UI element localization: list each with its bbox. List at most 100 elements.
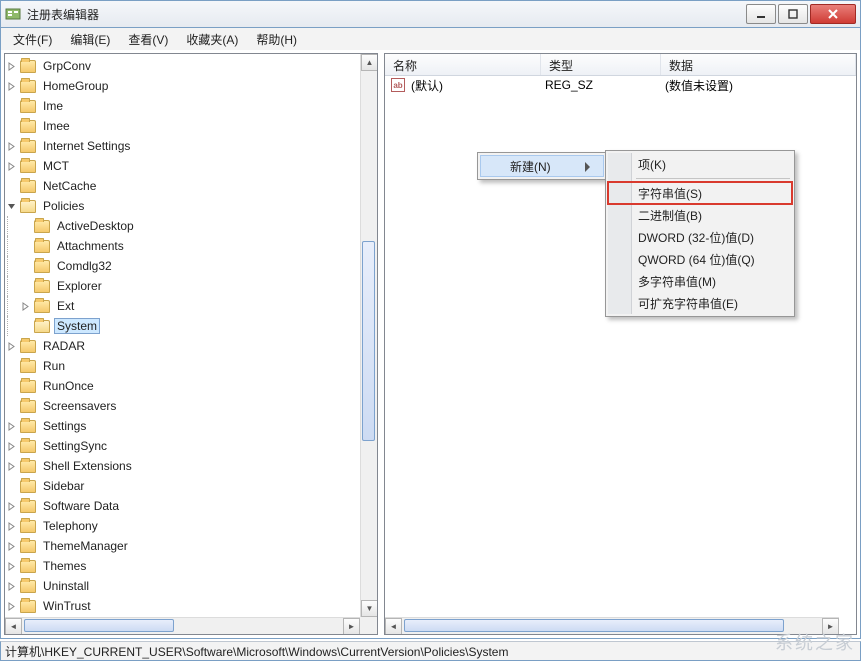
- tree-horizontal-scrollbar[interactable]: ◄ ►: [5, 617, 360, 634]
- values-horizontal-scrollbar[interactable]: ◄ ►: [385, 617, 839, 634]
- expand-icon[interactable]: [5, 140, 17, 152]
- tree-item[interactable]: HomeGroup: [5, 76, 377, 96]
- menu-file[interactable]: 文件(F): [5, 29, 60, 50]
- titlebar: 注册表编辑器: [0, 0, 861, 28]
- expand-icon[interactable]: [5, 340, 17, 352]
- menu-edit[interactable]: 编辑(E): [62, 29, 118, 50]
- tree-item[interactable]: Shell Extensions: [5, 456, 377, 476]
- tree-item-label: ThemeManager: [40, 538, 131, 554]
- expand-icon[interactable]: [5, 80, 17, 92]
- tree-item[interactable]: Sidebar: [5, 476, 377, 496]
- folder-icon: [20, 520, 36, 533]
- tree-item[interactable]: SettingSync: [5, 436, 377, 456]
- menu-help[interactable]: 帮助(H): [248, 29, 305, 50]
- expand-icon[interactable]: [5, 600, 17, 612]
- tree-item[interactable]: Explorer: [5, 276, 377, 296]
- folder-icon: [20, 120, 36, 133]
- scroll-down-button[interactable]: ▼: [361, 600, 378, 617]
- tree-pane: GrpConvHomeGroupImeImeeInternet Settings…: [4, 53, 378, 635]
- scroll-right-button[interactable]: ►: [822, 618, 839, 635]
- tree-item[interactable]: Ext: [5, 296, 377, 316]
- tree-item[interactable]: Comdlg32: [5, 256, 377, 276]
- scroll-left-button[interactable]: ◄: [5, 618, 22, 635]
- value-type: REG_SZ: [543, 78, 663, 92]
- tree-item[interactable]: Imee: [5, 116, 377, 136]
- folder-icon: [20, 180, 36, 193]
- folder-icon: [20, 460, 36, 473]
- tree-item-label: Policies: [40, 198, 87, 214]
- tree-item[interactable]: Telephony: [5, 516, 377, 536]
- expand-icon[interactable]: [5, 560, 17, 572]
- folder-icon: [20, 340, 36, 353]
- folder-icon: [20, 80, 36, 93]
- tree-item[interactable]: System: [5, 316, 377, 336]
- context-submenu[interactable]: 项(K) 字符串值(S) 二进制值(B) DWORD (32-位)值(D) QW…: [605, 150, 795, 317]
- tree-item[interactable]: Policies: [5, 196, 377, 216]
- folder-icon: [34, 300, 50, 313]
- menu-favorites[interactable]: 收藏夹(A): [178, 29, 246, 50]
- col-type[interactable]: 类型: [541, 54, 661, 75]
- expand-icon[interactable]: [5, 420, 17, 432]
- tree-item[interactable]: GrpConv: [5, 56, 377, 76]
- tree-item-label: Run: [40, 358, 68, 374]
- scroll-up-button[interactable]: ▲: [361, 54, 378, 71]
- registry-tree[interactable]: GrpConvHomeGroupImeImeeInternet Settings…: [5, 54, 377, 617]
- tree-item[interactable]: ActiveDesktop: [5, 216, 377, 236]
- tree-item[interactable]: NetCache: [5, 176, 377, 196]
- expand-icon[interactable]: [5, 500, 17, 512]
- folder-icon: [20, 140, 36, 153]
- close-button[interactable]: [810, 4, 856, 24]
- ctx-expand[interactable]: 可扩充字符串值(E): [608, 292, 792, 314]
- tree-item[interactable]: Settings: [5, 416, 377, 436]
- ctx-key[interactable]: 项(K): [608, 153, 792, 175]
- ctx-multi[interactable]: 多字符串值(M): [608, 270, 792, 292]
- menu-view[interactable]: 查看(V): [120, 29, 176, 50]
- list-row[interactable]: ab (默认) REG_SZ (数值未设置): [385, 76, 856, 94]
- expand-icon[interactable]: [5, 440, 17, 452]
- scroll-left-button[interactable]: ◄: [385, 618, 402, 635]
- folder-icon: [20, 160, 36, 173]
- expand-icon[interactable]: [5, 160, 17, 172]
- tree-item[interactable]: Internet Settings: [5, 136, 377, 156]
- tree-item-label: Sidebar: [40, 478, 87, 494]
- collapse-icon[interactable]: [5, 200, 17, 212]
- expand-icon[interactable]: [5, 540, 17, 552]
- ctx-string[interactable]: 字符串值(S): [608, 182, 792, 204]
- folder-icon: [20, 500, 36, 513]
- statusbar: 计算机\HKEY_CURRENT_USER\Software\Microsoft…: [0, 641, 861, 661]
- submenu-arrow-icon: [585, 162, 595, 172]
- tree-item[interactable]: Ime: [5, 96, 377, 116]
- folder-icon: [20, 480, 36, 493]
- tree-item[interactable]: Screensavers: [5, 396, 377, 416]
- expand-icon[interactable]: [5, 60, 17, 72]
- tree-item[interactable]: ThemeManager: [5, 536, 377, 556]
- context-menu[interactable]: 新建(N): [477, 152, 607, 180]
- tree-item[interactable]: Themes: [5, 556, 377, 576]
- tree-item[interactable]: Run: [5, 356, 377, 376]
- tree-item[interactable]: Uninstall: [5, 576, 377, 596]
- ctx-dword[interactable]: DWORD (32-位)值(D): [608, 226, 792, 248]
- tree-item[interactable]: RADAR: [5, 336, 377, 356]
- expand-icon[interactable]: [5, 520, 17, 532]
- expand-icon[interactable]: [5, 460, 17, 472]
- tree-vertical-scrollbar[interactable]: ▲ ▼: [360, 54, 377, 617]
- folder-icon: [20, 440, 36, 453]
- ctx-new[interactable]: 新建(N): [480, 155, 604, 177]
- tree-item[interactable]: Attachments: [5, 236, 377, 256]
- ctx-binary[interactable]: 二进制值(B): [608, 204, 792, 226]
- col-data[interactable]: 数据: [661, 54, 856, 75]
- scroll-right-button[interactable]: ►: [343, 618, 360, 635]
- tree-item[interactable]: WinTrust: [5, 596, 377, 616]
- folder-icon: [34, 280, 50, 293]
- tree-item[interactable]: RunOnce: [5, 376, 377, 396]
- no-expander: [19, 220, 31, 232]
- tree-item-label: SettingSync: [40, 438, 110, 454]
- expand-icon[interactable]: [19, 300, 31, 312]
- ctx-qword[interactable]: QWORD (64 位)值(Q): [608, 248, 792, 270]
- minimize-button[interactable]: [746, 4, 776, 24]
- maximize-button[interactable]: [778, 4, 808, 24]
- tree-item[interactable]: MCT: [5, 156, 377, 176]
- expand-icon[interactable]: [5, 580, 17, 592]
- tree-item[interactable]: Software Data: [5, 496, 377, 516]
- col-name[interactable]: 名称: [385, 54, 541, 75]
